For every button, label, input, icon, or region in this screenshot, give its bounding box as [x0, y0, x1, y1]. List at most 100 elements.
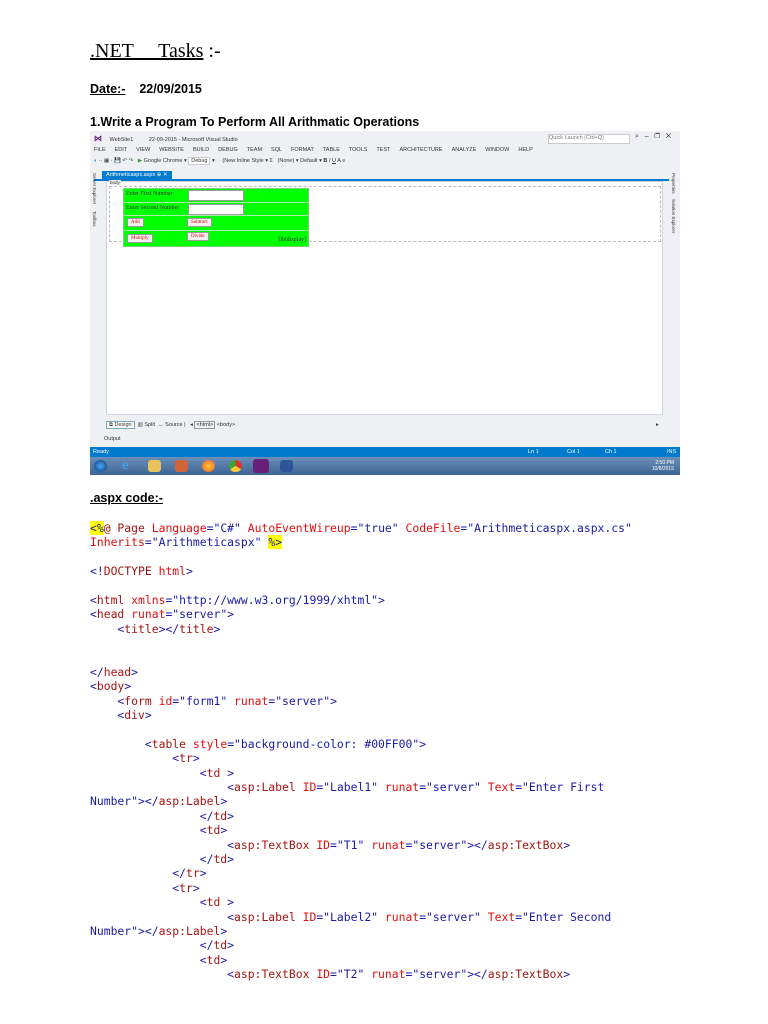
code-line: <tr>: [90, 751, 632, 765]
start-button-icon[interactable]: [94, 460, 107, 472]
code-token: <: [90, 708, 125, 723]
code-token: <!: [90, 564, 104, 579]
code-token: title: [179, 621, 214, 636]
code-token: Number"></: [90, 923, 159, 938]
textbox-t2[interactable]: [188, 203, 244, 215]
code-line: <asp:TextBox ID="T1" runat="server"></as…: [90, 838, 632, 852]
media-player-icon[interactable]: [175, 460, 188, 472]
target-select[interactable]: (None): [278, 158, 295, 164]
code-token: <: [90, 621, 125, 636]
design-view-button[interactable]: ⧉ Design: [106, 421, 135, 429]
menu-window[interactable]: WINDOW: [485, 147, 509, 153]
close-icon[interactable]: ✕: [666, 133, 671, 140]
code-token: ID: [316, 967, 331, 982]
code-token: >: [220, 952, 228, 967]
side-tab-server-explorer[interactable]: Server Explorer: [92, 173, 97, 204]
menu-tools[interactable]: TOOLS: [349, 147, 368, 153]
code-line: <%@ Page Language="C#" AutoEventWireup="…: [90, 521, 632, 535]
code-token: html: [158, 564, 187, 579]
menu-debug[interactable]: DEBUG: [218, 147, 238, 153]
status-line: Ln 1: [528, 449, 539, 455]
font-select[interactable]: Default: [300, 158, 317, 164]
tab-arithmeticaspx[interactable]: Arithmeticaspx.aspx ⊕ ✕: [102, 171, 172, 179]
config-select[interactable]: Debug: [188, 157, 211, 165]
code-token: >: [227, 851, 235, 866]
chrome-icon[interactable]: [229, 460, 242, 472]
design-surface[interactable]: body Enter First Number Enter Second Num…: [106, 180, 663, 415]
side-tab-solution-explorer[interactable]: Solution Explorer: [671, 199, 676, 233]
status-ready: Ready: [93, 449, 109, 455]
menu-table[interactable]: TABLE: [323, 147, 340, 153]
visual-studio-taskbar-icon[interactable]: [253, 459, 269, 473]
menu-website[interactable]: WEBSITE: [159, 147, 184, 153]
internet-explorer-icon[interactable]: e: [122, 458, 135, 472]
code-token: form: [124, 693, 159, 708]
code-token: tr: [179, 751, 193, 766]
menu-test[interactable]: TEST: [376, 147, 390, 153]
code-token: >: [220, 794, 228, 809]
menu-file[interactable]: FILE: [94, 147, 106, 153]
word-icon[interactable]: [280, 460, 293, 472]
tab-label: Arithmeticaspx.aspx: [106, 172, 156, 178]
crumb-html[interactable]: <html>: [194, 421, 216, 429]
run-icon[interactable]: ▶: [138, 158, 142, 164]
code-token: >: [220, 923, 228, 938]
project-name: WebSite1: [109, 137, 134, 143]
split-view-button[interactable]: Split: [144, 422, 155, 428]
code-token: style: [192, 736, 228, 751]
source-view-button[interactable]: Source: [165, 422, 182, 428]
multiply-button[interactable]: Multiply: [127, 234, 153, 243]
code-token: AutoEventWireup: [247, 521, 351, 535]
scroll-right-icon[interactable]: ▸: [656, 422, 659, 428]
menu-view[interactable]: VIEW: [136, 147, 150, 153]
file-explorer-icon[interactable]: [148, 460, 161, 472]
code-token: ="form1": [172, 693, 235, 708]
divide-button[interactable]: Divide: [187, 232, 209, 241]
restore-icon[interactable]: ❐: [655, 133, 660, 140]
clock[interactable]: 2:50 PM 10/8/2015: [652, 460, 674, 472]
crumb-body[interactable]: <body>: [217, 422, 235, 428]
status-ch: Ch 1: [605, 449, 617, 455]
code-token: td: [213, 808, 228, 823]
code-token: table: [151, 736, 193, 751]
code-token: td: [206, 952, 221, 967]
subtract-button[interactable]: Subtract: [187, 218, 212, 227]
menu-edit[interactable]: EDIT: [115, 147, 128, 153]
add-button[interactable]: Add: [127, 218, 144, 227]
side-tab-properties[interactable]: Properties: [671, 173, 676, 194]
code-token: td: [206, 765, 228, 780]
minimize-icon[interactable]: –: [645, 133, 649, 140]
code-token: >: [563, 967, 571, 982]
textbox-t1[interactable]: [188, 190, 244, 201]
code-token: <: [90, 765, 207, 780]
code-line: <form id="form1" runat="server">: [90, 694, 632, 708]
quick-launch-input[interactable]: Quick Launch (Ctrl+Q): [548, 134, 630, 144]
menu-help[interactable]: HELP: [518, 147, 532, 153]
style-select[interactable]: (New Inline Style: [222, 158, 263, 164]
code-token: ="Arithmeticaspx": [144, 535, 269, 550]
menu-format[interactable]: FORMAT: [291, 147, 314, 153]
code-token: >: [220, 823, 228, 838]
window-controls: ⌕ – ❐ ✕: [635, 133, 671, 141]
code-line: <td>: [90, 823, 632, 837]
code-line: </td>: [90, 809, 632, 823]
menu-analyze[interactable]: ANALYZE: [452, 147, 477, 153]
code-token: ="Label1": [316, 780, 385, 795]
output-panel-tab[interactable]: Output: [104, 436, 121, 442]
menu-sql[interactable]: SQL: [271, 147, 282, 153]
clock-date: 10/8/2015: [651, 466, 674, 472]
firefox-icon[interactable]: [202, 460, 215, 472]
menu-build[interactable]: BUILD: [193, 147, 209, 153]
task-heading: 1.Write a Program To Perform All Arithma…: [90, 115, 420, 129]
menu-architecture[interactable]: ARCHITECTURE: [399, 147, 442, 153]
back-icon[interactable]: ◐: [94, 158, 97, 164]
code-token: </: [90, 808, 214, 823]
menu-team[interactable]: TEAM: [247, 147, 262, 153]
browser-select[interactable]: Google Chrome: [144, 158, 183, 164]
search-icon[interactable]: ⌕: [635, 133, 639, 140]
code-token: ="C#": [206, 521, 248, 535]
side-tab-toolbox[interactable]: Toolbox: [92, 211, 97, 227]
document-title: .NET Tasks :-: [90, 40, 221, 63]
